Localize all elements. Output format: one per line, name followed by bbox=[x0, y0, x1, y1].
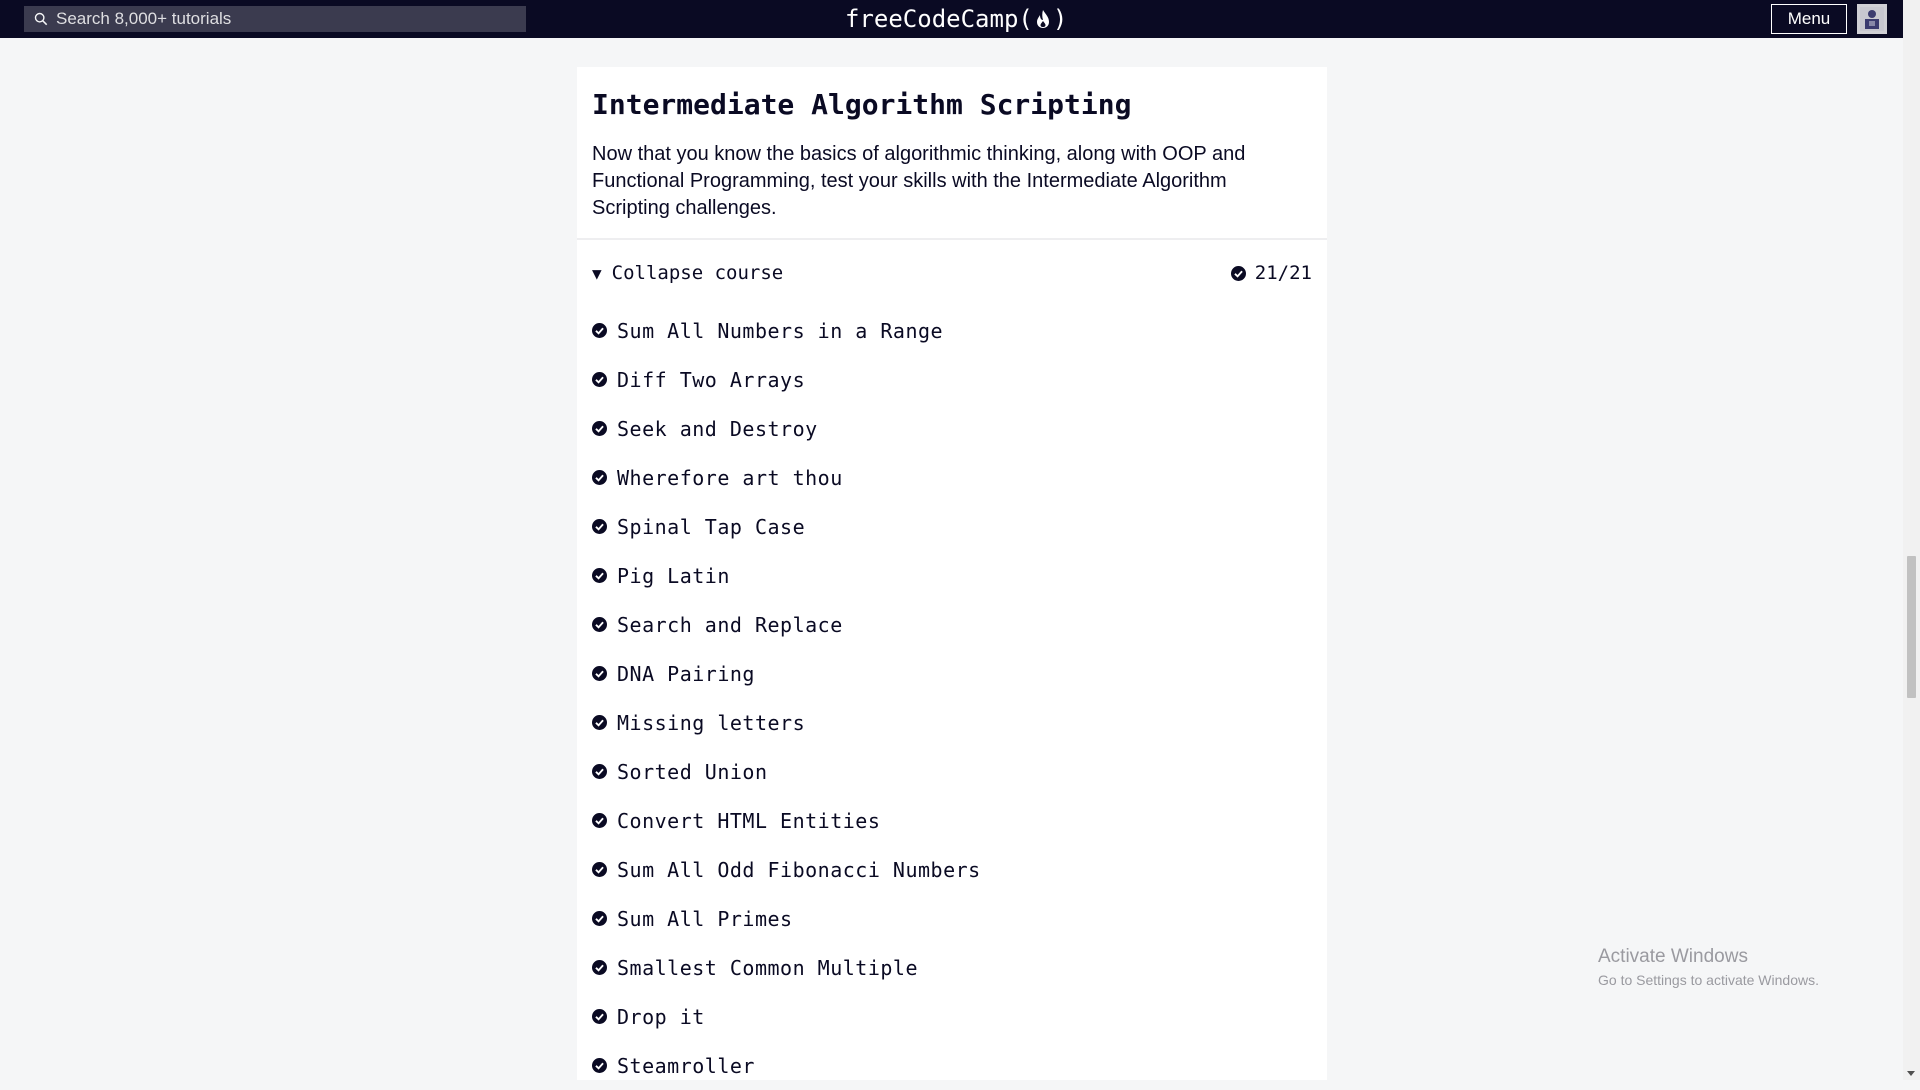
challenge-label: Search and Replace bbox=[617, 612, 843, 637]
challenge-item[interactable]: Sum All Numbers in a Range bbox=[592, 306, 1312, 355]
check-circle-icon bbox=[1230, 265, 1246, 281]
check-circle-icon bbox=[592, 421, 607, 436]
challenge-item[interactable]: Wherefore art thou bbox=[592, 453, 1312, 502]
watermark-subtitle: Go to Settings to activate Windows. bbox=[1598, 972, 1819, 988]
course-progress: 21/21 bbox=[1230, 240, 1312, 306]
search-icon bbox=[34, 12, 48, 26]
watermark-title: Activate Windows bbox=[1598, 946, 1748, 967]
check-circle-icon bbox=[592, 911, 607, 926]
course-title: Intermediate Algorithm Scripting bbox=[592, 88, 1132, 121]
freecodecamp-logo[interactable]: freeCodeCamp( ) bbox=[845, 4, 1067, 34]
course-card: Intermediate Algorithm Scripting Now tha… bbox=[577, 67, 1327, 1080]
check-circle-icon bbox=[592, 617, 607, 632]
challenge-item[interactable]: Drop it bbox=[592, 992, 1312, 1041]
collapse-course-button[interactable]: ▼ Collapse course bbox=[592, 262, 783, 284]
search-bar[interactable] bbox=[24, 6, 526, 32]
check-circle-icon bbox=[592, 666, 607, 681]
check-circle-icon bbox=[592, 519, 607, 534]
course-toggle-row: ▼ Collapse course 21/21 bbox=[577, 240, 1327, 306]
challenge-label: Drop it bbox=[617, 1004, 705, 1029]
logo-text-right: ) bbox=[1052, 5, 1068, 33]
avatar-icon bbox=[1860, 7, 1884, 31]
course-header: Intermediate Algorithm Scripting Now tha… bbox=[577, 67, 1327, 240]
challenge-item[interactable]: Search and Replace bbox=[592, 600, 1312, 649]
check-circle-icon bbox=[592, 960, 607, 975]
challenge-label: Sum All Numbers in a Range bbox=[617, 318, 944, 343]
activate-windows-watermark: Activate Windows Go to Settings to activ… bbox=[1598, 946, 1819, 988]
scrollbar-thumb[interactable] bbox=[1907, 556, 1916, 698]
logo-text-left: freeCodeCamp( bbox=[845, 5, 1033, 33]
challenge-label: Diff Two Arrays bbox=[617, 367, 806, 392]
challenge-item[interactable]: Sorted Union bbox=[592, 747, 1312, 796]
challenge-item[interactable]: Missing letters bbox=[592, 698, 1312, 747]
check-circle-icon bbox=[592, 715, 607, 730]
check-circle-icon bbox=[592, 568, 607, 583]
check-circle-icon bbox=[592, 470, 607, 485]
challenge-label: Sum All Primes bbox=[617, 906, 793, 931]
challenge-label: Sorted Union bbox=[617, 759, 768, 784]
challenge-label: Convert HTML Entities bbox=[617, 808, 881, 833]
check-circle-icon bbox=[592, 1009, 607, 1024]
progress-count: 21/21 bbox=[1254, 262, 1312, 284]
avatar[interactable] bbox=[1857, 4, 1887, 34]
challenge-list: Sum All Numbers in a Range Diff Two Arra… bbox=[577, 306, 1327, 1090]
challenge-item[interactable]: Convert HTML Entities bbox=[592, 796, 1312, 845]
check-circle-icon bbox=[592, 323, 607, 338]
check-circle-icon bbox=[592, 813, 607, 828]
challenge-item[interactable]: Steamroller bbox=[592, 1041, 1312, 1090]
challenge-item[interactable]: Diff Two Arrays bbox=[592, 355, 1312, 404]
flame-icon bbox=[1036, 10, 1049, 28]
menu-button[interactable]: Menu bbox=[1771, 4, 1847, 34]
challenge-label: Steamroller bbox=[617, 1053, 755, 1078]
page-scrollbar[interactable] bbox=[1903, 0, 1920, 1080]
triangle-down-icon: ▼ bbox=[592, 263, 602, 283]
search-input[interactable] bbox=[56, 9, 516, 29]
challenge-label: Smallest Common Multiple bbox=[617, 955, 918, 980]
challenge-item[interactable]: Pig Latin bbox=[592, 551, 1312, 600]
challenge-item[interactable]: Seek and Destroy bbox=[592, 404, 1312, 453]
challenge-item[interactable]: Spinal Tap Case bbox=[592, 502, 1312, 551]
course-description: Now that you know the basics of algorith… bbox=[592, 143, 1246, 219]
challenge-label: Sum All Odd Fibonacci Numbers bbox=[617, 857, 981, 882]
challenge-label: Pig Latin bbox=[617, 563, 730, 588]
challenge-item[interactable]: DNA Pairing bbox=[592, 649, 1312, 698]
challenge-label: Wherefore art thou bbox=[617, 465, 843, 490]
check-circle-icon bbox=[592, 372, 607, 387]
challenge-label: DNA Pairing bbox=[617, 661, 755, 686]
check-circle-icon bbox=[592, 1058, 607, 1073]
top-navbar: freeCodeCamp( ) Menu bbox=[0, 0, 1903, 38]
challenge-item[interactable]: Sum All Odd Fibonacci Numbers bbox=[592, 845, 1312, 894]
challenge-label: Spinal Tap Case bbox=[617, 514, 806, 539]
challenge-item[interactable]: Sum All Primes bbox=[592, 894, 1312, 943]
scroll-down-arrow-icon[interactable] bbox=[1907, 1071, 1915, 1076]
check-circle-icon bbox=[592, 862, 607, 877]
challenge-label: Seek and Destroy bbox=[617, 416, 818, 441]
challenge-label: Missing letters bbox=[617, 710, 806, 735]
collapse-course-label: Collapse course bbox=[611, 262, 784, 284]
check-circle-icon bbox=[592, 764, 607, 779]
challenge-item[interactable]: Smallest Common Multiple bbox=[592, 943, 1312, 992]
